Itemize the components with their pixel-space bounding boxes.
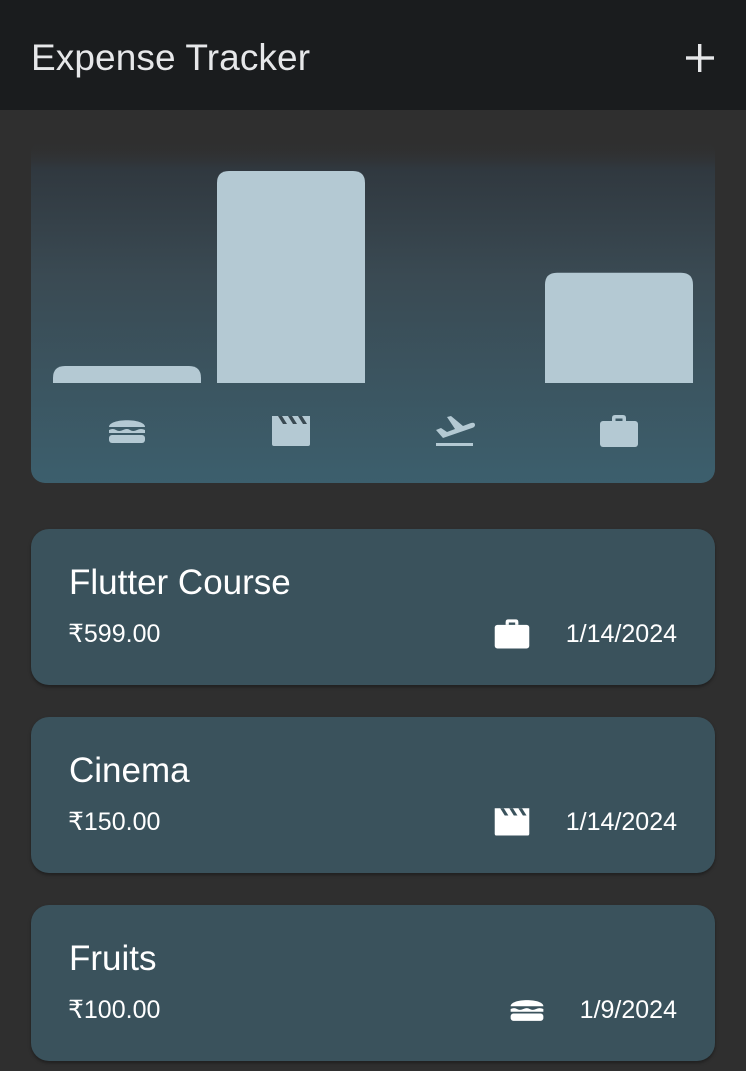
expense-category-icon [492,801,532,841]
chart-category-work [597,408,641,452]
movie-clapper-icon [272,416,310,446]
expense-item[interactable]: Fruits ₹100.00 1/9/2024 [31,905,715,1061]
expense-title: Cinema [69,751,190,790]
plus-icon [686,44,714,72]
expense-date: 1/9/2024 [579,996,677,1024]
expense-amount: ₹150.00 [68,808,161,836]
add-expense-button[interactable] [676,34,724,82]
expense-amount: ₹599.00 [68,620,161,648]
chart-bar-leisure [217,171,365,383]
expense-item[interactable]: Cinema ₹150.00 1/14/2024 [31,717,715,873]
expense-category-icon [492,613,532,653]
chart-category-food [105,408,149,452]
expense-amount: ₹100.00 [68,996,161,1024]
chart-category-leisure [269,408,313,452]
app-title: Expense Tracker [31,37,311,78]
expense-date: 1/14/2024 [565,620,677,648]
expense-date: 1/14/2024 [565,808,677,836]
chart-category-travel [433,408,477,452]
flight-takeoff-icon [436,416,475,446]
burger-icon [510,1000,544,1021]
briefcase-icon [494,619,530,649]
expense-title: Fruits [69,939,157,978]
chart-bar-food [53,366,201,383]
burger-icon [109,420,145,443]
movie-clapper-icon [494,808,530,836]
expense-item[interactable]: Flutter Course ₹599.00 1/14/2024 [31,529,715,685]
expense-title: Flutter Course [69,563,291,602]
chart-bar-work [545,272,693,383]
expense-category-icon [507,989,547,1029]
app-bar: Expense Tracker [0,0,746,110]
briefcase-icon [600,415,638,447]
